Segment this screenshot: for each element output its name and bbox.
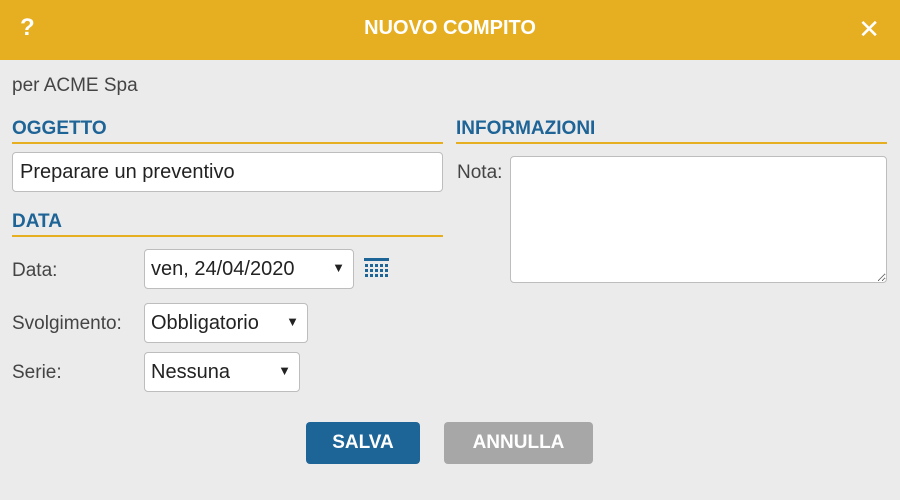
chevron-down-icon: ▼	[286, 314, 299, 329]
serie-value: Nessuna	[151, 361, 230, 383]
chevron-down-icon: ▼	[332, 260, 345, 275]
date-select[interactable]: ven, 24/04/2020 ▼	[144, 249, 354, 289]
data-heading: DATA	[12, 211, 443, 237]
cancel-button[interactable]: ANNULLA	[444, 422, 593, 464]
date-label: Data:	[12, 260, 58, 281]
chevron-down-icon: ▼	[278, 363, 291, 378]
svolgimento-select[interactable]: Obbligatorio ▼	[144, 303, 308, 343]
svolgimento-label: Svolgimento:	[12, 313, 122, 334]
dialog-titlebar: ? NUOVO COMPITO ✕	[0, 0, 900, 60]
serie-label: Serie:	[12, 362, 62, 383]
informazioni-heading: INFORMAZIONI	[456, 118, 887, 144]
dialog-title: NUOVO COMPITO	[364, 17, 536, 39]
nota-textarea[interactable]	[510, 156, 887, 283]
save-button[interactable]: SALVA	[306, 422, 420, 464]
oggetto-heading: OGGETTO	[12, 118, 443, 144]
oggetto-input[interactable]	[12, 152, 443, 192]
date-value: ven, 24/04/2020	[151, 258, 295, 280]
serie-select[interactable]: Nessuna ▼	[144, 352, 300, 392]
nota-label: Nota:	[457, 162, 503, 183]
calendar-icon[interactable]	[364, 258, 389, 278]
close-icon[interactable]: ✕	[858, 14, 880, 45]
dialog-subtitle: per ACME Spa	[12, 75, 138, 96]
svolgimento-value: Obbligatorio	[151, 312, 259, 334]
